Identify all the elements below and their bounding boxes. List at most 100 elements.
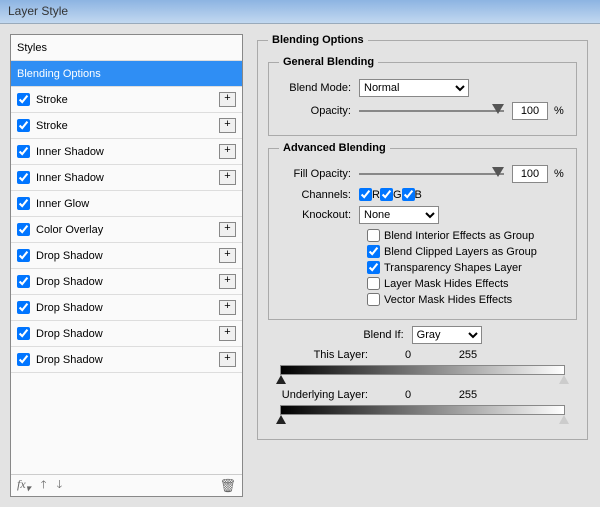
adv-check-row-4: Vector Mask Hides Effects: [367, 293, 566, 306]
add-effect-button[interactable]: +: [219, 274, 236, 289]
style-checkbox[interactable]: [17, 119, 30, 132]
blend-mode-select[interactable]: Normal: [359, 79, 469, 97]
move-down-icon[interactable]: 🡓: [56, 476, 62, 495]
fill-opacity-slider[interactable]: [359, 167, 504, 181]
styles-footer: fx▾ 🡑 🡓 🗑: [11, 474, 242, 496]
add-effect-button[interactable]: +: [219, 222, 236, 237]
style-row-0[interactable]: Blending Options: [11, 61, 242, 87]
underlying-label: Underlying Layer:: [268, 389, 378, 401]
channel-g-label: G: [393, 189, 402, 201]
add-effect-button[interactable]: +: [219, 144, 236, 159]
general-blending-group: General Blending Blend Mode: Normal Opac…: [268, 56, 577, 136]
underlying-gradient[interactable]: [280, 405, 565, 415]
adv-checkbox[interactable]: [367, 261, 380, 274]
add-effect-button[interactable]: +: [219, 352, 236, 367]
this-layer-low: 0: [378, 349, 438, 361]
style-label: Drop Shadow: [36, 328, 103, 340]
move-up-icon[interactable]: 🡑: [41, 476, 47, 495]
style-row-9[interactable]: Drop Shadow +: [11, 295, 242, 321]
style-row-4[interactable]: Inner Shadow +: [11, 165, 242, 191]
style-checkbox[interactable]: [17, 353, 30, 366]
style-checkbox[interactable]: [17, 197, 30, 210]
blend-if-select[interactable]: Gray: [412, 326, 482, 344]
adv-check-row-0: Blend Interior Effects as Group: [367, 229, 566, 242]
add-effect-button[interactable]: +: [219, 118, 236, 133]
style-label: Drop Shadow: [36, 302, 103, 314]
style-checkbox[interactable]: [17, 171, 30, 184]
adv-check-row-3: Layer Mask Hides Effects: [367, 277, 566, 290]
style-checkbox[interactable]: [17, 249, 30, 262]
style-checkbox[interactable]: [17, 223, 30, 236]
underlying-white-handle[interactable]: [559, 415, 569, 424]
this-layer-gradient[interactable]: [280, 365, 565, 375]
underlying-black-handle[interactable]: [276, 415, 286, 424]
knockout-select[interactable]: None: [359, 206, 439, 224]
adv-check-row-1: Blend Clipped Layers as Group: [367, 245, 566, 258]
style-label: Color Overlay: [36, 224, 103, 236]
opacity-unit: %: [554, 105, 564, 117]
blending-options-legend: Blending Options: [268, 34, 368, 46]
style-row-1[interactable]: Stroke +: [11, 87, 242, 113]
knockout-label: Knockout:: [279, 209, 359, 221]
channel-b-checkbox[interactable]: [402, 188, 415, 201]
blend-mode-label: Blend Mode:: [279, 82, 359, 94]
channels-label: Channels:: [279, 189, 359, 201]
channel-b-label: B: [415, 189, 422, 201]
dialog-content: Styles Blending OptionsStroke+Stroke+Inn…: [0, 24, 600, 507]
adv-check-row-2: Transparency Shapes Layer: [367, 261, 566, 274]
style-checkbox[interactable]: [17, 327, 30, 340]
style-row-5[interactable]: Inner Glow: [11, 191, 242, 217]
channel-g-checkbox[interactable]: [380, 188, 393, 201]
adv-checkbox[interactable]: [367, 229, 380, 242]
add-effect-button[interactable]: +: [219, 300, 236, 315]
styles-header-row[interactable]: Styles: [11, 35, 242, 61]
style-row-11[interactable]: Drop Shadow +: [11, 347, 242, 373]
style-label: Stroke: [36, 120, 68, 132]
advanced-blending-group: Advanced Blending Fill Opacity: % Channe…: [268, 142, 577, 320]
blending-options-group: Blending Options General Blending Blend …: [257, 34, 588, 440]
opacity-input[interactable]: [512, 102, 548, 120]
adv-checkbox[interactable]: [367, 277, 380, 290]
adv-check-label: Layer Mask Hides Effects: [384, 278, 509, 290]
fill-opacity-input[interactable]: [512, 165, 548, 183]
fill-opacity-unit: %: [554, 168, 564, 180]
opacity-label: Opacity:: [279, 105, 359, 117]
style-row-8[interactable]: Drop Shadow+: [11, 269, 242, 295]
style-checkbox[interactable]: [17, 301, 30, 314]
styles-header-label: Styles: [17, 42, 47, 54]
general-blending-legend: General Blending: [279, 56, 378, 68]
add-effect-button[interactable]: +: [219, 92, 236, 107]
styles-list: Styles Blending OptionsStroke+Stroke+Inn…: [11, 35, 242, 474]
channel-r-checkbox[interactable]: [359, 188, 372, 201]
style-label: Drop Shadow: [36, 354, 103, 366]
add-effect-button[interactable]: +: [219, 248, 236, 263]
add-effect-button[interactable]: +: [219, 326, 236, 341]
add-effect-button[interactable]: +: [219, 170, 236, 185]
adv-checkbox[interactable]: [367, 293, 380, 306]
style-row-7[interactable]: Drop Shadow +: [11, 243, 242, 269]
style-row-10[interactable]: Drop Shadow +: [11, 321, 242, 347]
style-checkbox[interactable]: [17, 275, 30, 288]
adv-check-label: Vector Mask Hides Effects: [384, 294, 512, 306]
style-checkbox[interactable]: [17, 93, 30, 106]
this-layer-white-handle[interactable]: [559, 375, 569, 384]
opacity-slider[interactable]: [359, 104, 504, 118]
style-row-2[interactable]: Stroke +: [11, 113, 242, 139]
window-title: Layer Style: [8, 4, 68, 18]
style-row-3[interactable]: Inner Shadow+: [11, 139, 242, 165]
trash-icon[interactable]: 🗑: [219, 478, 236, 494]
style-label: Drop Shadow: [36, 250, 103, 262]
adv-check-label: Blend Interior Effects as Group: [384, 230, 534, 242]
style-label: Inner Glow: [36, 198, 89, 210]
fx-icon[interactable]: fx▾: [17, 477, 31, 494]
channel-r-label: R: [372, 189, 380, 201]
style-label: Stroke: [36, 94, 68, 106]
style-row-6[interactable]: Color Overlay +: [11, 217, 242, 243]
blend-if-label: Blend If:: [363, 329, 411, 341]
this-layer-black-handle[interactable]: [276, 375, 286, 384]
adv-checkbox[interactable]: [367, 245, 380, 258]
style-label: Inner Shadow: [36, 172, 104, 184]
adv-check-label: Transparency Shapes Layer: [384, 262, 522, 274]
style-checkbox[interactable]: [17, 145, 30, 158]
options-panel: Blending Options General Blending Blend …: [255, 34, 590, 497]
